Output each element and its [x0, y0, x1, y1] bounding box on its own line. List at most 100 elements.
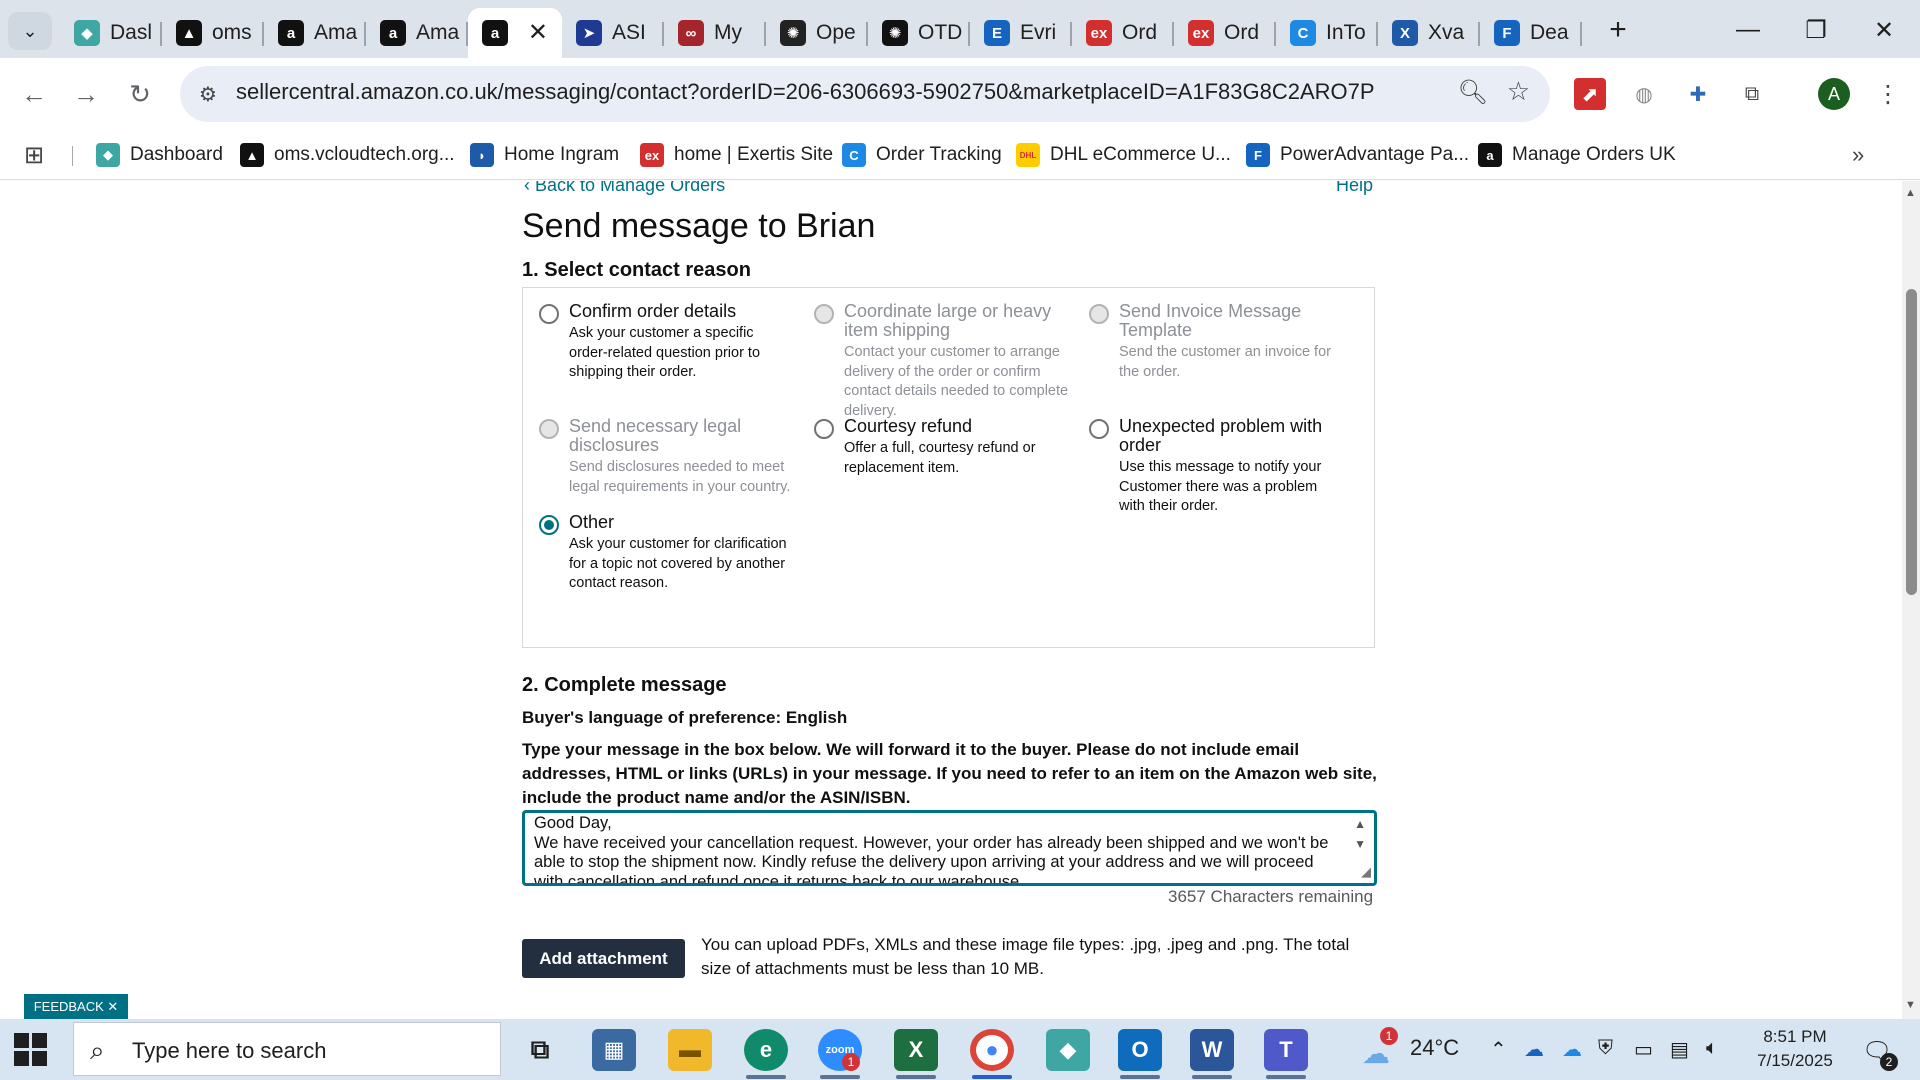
security-icon[interactable]: ⛨: [1598, 1037, 1613, 1060]
bookmark-item[interactable]: C Order Tracking: [842, 140, 1002, 170]
clock-time: 8:51 PM: [1763, 1027, 1827, 1046]
word-icon[interactable]: W: [1190, 1029, 1234, 1071]
tab[interactable]: ex Ord: [1174, 8, 1276, 58]
bookmark-icon: ◗: [470, 143, 494, 167]
scroll-up-arrow-icon[interactable]: ▲: [1905, 187, 1916, 199]
running-indicator: [972, 1075, 1012, 1079]
radio-button[interactable]: [814, 419, 834, 439]
edge-icon[interactable]: e: [744, 1029, 788, 1071]
file-explorer-icon[interactable]: ▬: [668, 1029, 712, 1071]
message-textarea[interactable]: Good Day, We have received your cancella…: [522, 810, 1377, 886]
exertis-icon: ex: [1086, 20, 1112, 46]
tab-label: Xva: [1428, 21, 1465, 44]
bookmark-item[interactable]: ▲ oms.vcloudtech.org...: [240, 140, 455, 170]
tab[interactable]: ✺ OTD: [868, 8, 970, 58]
taskbar-search-box[interactable]: ⌕ Type here to search: [73, 1022, 501, 1076]
close-tab-icon[interactable]: ✕: [528, 18, 548, 47]
minimize-button[interactable]: —: [1718, 8, 1778, 52]
translate-extension-icon[interactable]: ✚: [1682, 78, 1714, 110]
more-bookmarks-icon[interactable]: »: [1852, 140, 1864, 170]
windows-start-icon[interactable]: [14, 1033, 48, 1067]
radio-button[interactable]: [539, 304, 559, 324]
tab-label: Dea: [1530, 21, 1569, 44]
hexagon-icon: ◆: [74, 20, 100, 46]
apps-grid-icon[interactable]: ⊞: [24, 140, 44, 170]
network-icon[interactable]: ▤: [1670, 1037, 1689, 1062]
option-label: Confirm order details: [569, 301, 737, 321]
battery-icon[interactable]: ▭: [1634, 1037, 1653, 1062]
tab-label: OTD: [918, 21, 963, 44]
pdf-extension-icon[interactable]: ⬈: [1574, 78, 1606, 110]
tab-search-button[interactable]: ⌄: [8, 12, 52, 50]
scroll-down-icon[interactable]: ▼: [1354, 837, 1366, 851]
system-clock[interactable]: 8:51 PM 7/15/2025: [1745, 1025, 1845, 1073]
bookmark-item[interactable]: ◗ Home Ingram: [470, 140, 619, 170]
tab[interactable]: F Dea: [1480, 8, 1582, 58]
zoom-icon[interactable]: 🔍︎: [1458, 78, 1488, 107]
url-text[interactable]: sellercentral.amazon.co.uk/messaging/con…: [236, 79, 1375, 105]
page-scrollbar[interactable]: ▲ ▼: [1902, 181, 1920, 1019]
bookmark-item[interactable]: ex home | Exertis Site: [640, 140, 833, 170]
task-view-icon[interactable]: ⧉: [518, 1029, 562, 1071]
calculator-icon[interactable]: ▦: [592, 1029, 636, 1071]
forward-button[interactable]: →: [66, 74, 106, 114]
teams-icon[interactable]: T: [1264, 1029, 1308, 1071]
more-menu-icon[interactable]: ⋮: [1872, 78, 1904, 110]
extensions-puzzle-icon[interactable]: ⧉: [1736, 78, 1768, 110]
tab[interactable]: a Ama: [264, 8, 366, 58]
tab[interactable]: ◆ Dasl: [60, 8, 162, 58]
scroll-up-icon[interactable]: ▲: [1354, 817, 1366, 831]
resize-grip-icon[interactable]: ◢: [1361, 864, 1371, 880]
tab[interactable]: ✺ Ope: [766, 8, 868, 58]
radio-button[interactable]: [1089, 419, 1109, 439]
bookmark-item[interactable]: ◆ Dashboard: [96, 140, 223, 170]
outlook-icon[interactable]: O: [1118, 1029, 1162, 1071]
add-attachment-button[interactable]: Add attachment: [522, 939, 685, 978]
tab[interactable]: ∞ My: [664, 8, 766, 58]
hexagon-app-icon[interactable]: ◆: [1046, 1029, 1090, 1071]
tab[interactable]: C InTo: [1276, 8, 1378, 58]
excel-icon[interactable]: X: [894, 1029, 938, 1071]
tab[interactable]: ➤ ASI: [562, 8, 664, 58]
chrome-icon[interactable]: ●: [970, 1029, 1014, 1071]
reload-button[interactable]: ↻: [120, 74, 160, 114]
radio-button[interactable]: [539, 515, 559, 535]
back-button[interactable]: ←: [14, 74, 54, 114]
bookmark-item[interactable]: a Manage Orders UK: [1478, 140, 1676, 170]
bookmark-star-icon[interactable]: ☆: [1507, 76, 1530, 107]
scroll-down-arrow-icon[interactable]: ▼: [1905, 999, 1916, 1011]
close-window-button[interactable]: ✕: [1854, 8, 1914, 52]
exertis-icon: ex: [1188, 20, 1214, 46]
tab[interactable]: ex Ord: [1072, 8, 1174, 58]
bookmark-item[interactable]: F PowerAdvantage Pa...: [1246, 140, 1469, 170]
bookmark-item[interactable]: DHL DHL eCommerce U...: [1016, 140, 1231, 170]
bookmark-icon: DHL: [1016, 143, 1040, 167]
close-icon: ✕: [1873, 16, 1895, 44]
site-info-icon[interactable]: ⚙: [194, 80, 222, 108]
tab-active[interactable]: a ✕: [468, 8, 562, 58]
tab[interactable]: a Ama: [366, 8, 468, 58]
help-link[interactable]: Help: [1336, 181, 1373, 196]
back-to-orders-link[interactable]: ‹ Back to Manage Orders: [524, 181, 725, 196]
weather-temperature[interactable]: 24°C: [1410, 1035, 1459, 1061]
feedback-button[interactable]: FEEDBACK ✕: [24, 994, 128, 1019]
onedrive-icon[interactable]: ☁: [1524, 1037, 1544, 1062]
tray-chevron-up-icon[interactable]: ⌃: [1490, 1037, 1507, 1062]
address-bar[interactable]: ⚙ sellercentral.amazon.co.uk/messaging/c…: [180, 66, 1550, 122]
radio-button[interactable]: [1089, 304, 1109, 324]
running-indicator: [820, 1075, 860, 1079]
tab[interactable]: ▲ oms: [162, 8, 264, 58]
scrollbar-thumb[interactable]: [1906, 289, 1917, 595]
globe-extension-icon[interactable]: ◍: [1628, 78, 1660, 110]
radio-button[interactable]: [814, 304, 834, 324]
new-tab-button[interactable]: +: [1598, 10, 1638, 50]
radio-button[interactable]: [539, 419, 559, 439]
volume-icon[interactable]: 🔈︎: [1706, 1037, 1718, 1060]
restore-button[interactable]: ❐: [1786, 8, 1846, 52]
tab[interactable]: X Xva: [1378, 8, 1480, 58]
onedrive-personal-icon[interactable]: ☁: [1562, 1037, 1582, 1062]
option-label: Coordinate large or heavy item shipping: [844, 301, 1052, 340]
profile-avatar[interactable]: A: [1818, 78, 1850, 110]
tab[interactable]: E Evri: [970, 8, 1072, 58]
message-text[interactable]: Good Day, We have received your cancella…: [534, 814, 1339, 883]
